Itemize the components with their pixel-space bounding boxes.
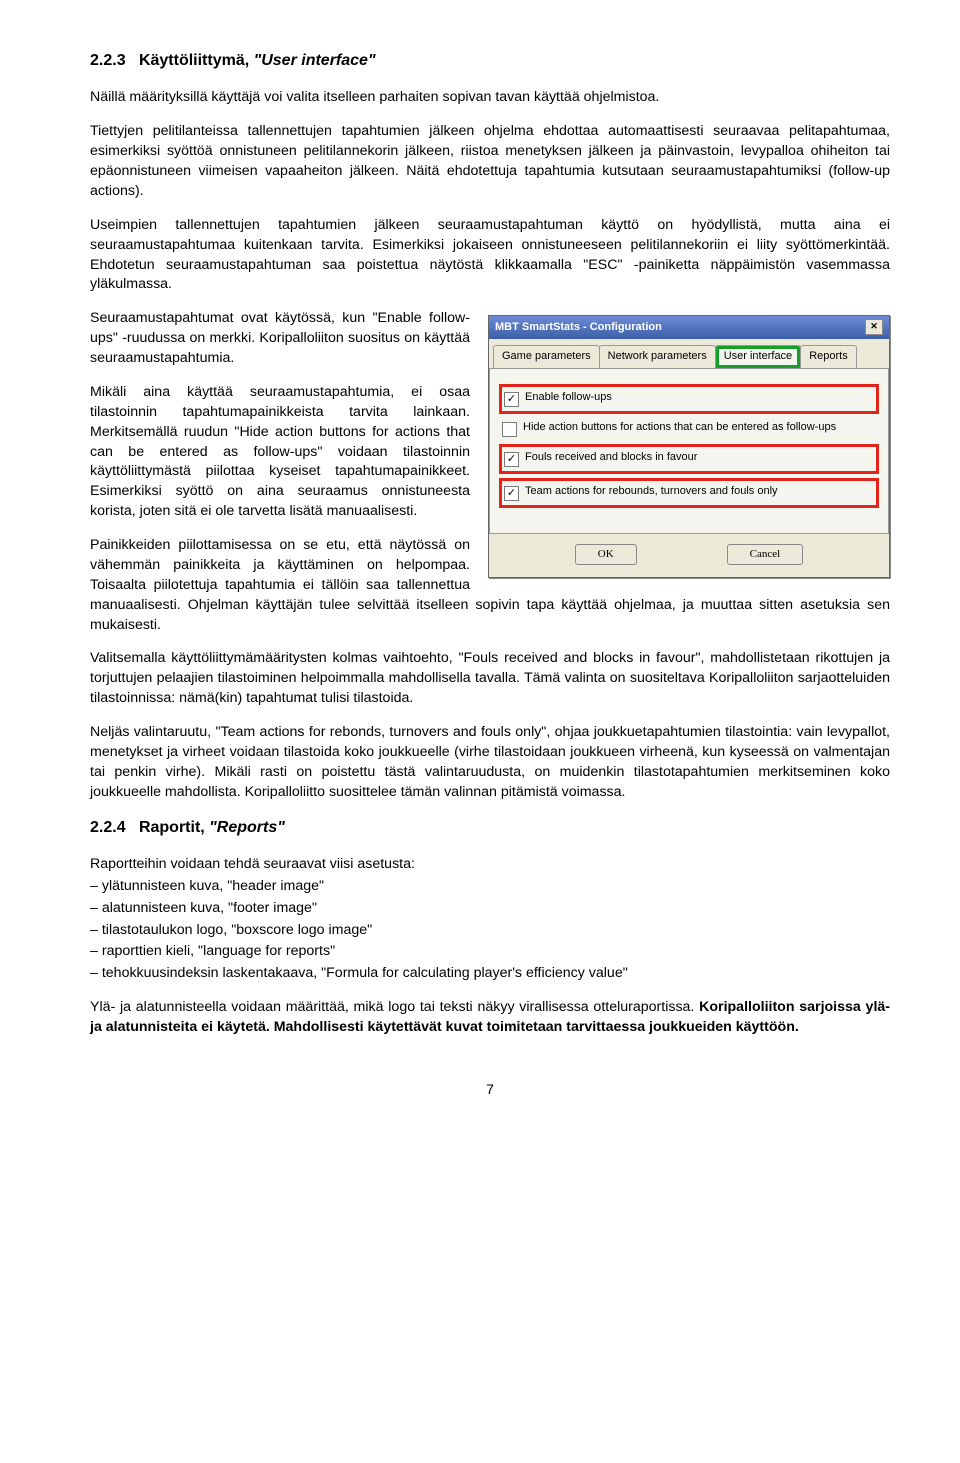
tab-user-interface[interactable]: User interface xyxy=(715,345,801,367)
paragraph: Useimpien tallennettujen tapahtumien jäl… xyxy=(90,216,890,296)
section-title-plain: Käyttöliittymä, xyxy=(139,52,249,69)
paragraph: Ylä- ja alatunnisteella voidaan määrittä… xyxy=(90,998,890,1038)
option-fouls-received-blocks: ✓ Fouls received and blocks in favour xyxy=(502,447,876,471)
paragraph: Näillä määrityksillä käyttäjä voi valita… xyxy=(90,88,890,108)
close-icon[interactable]: ✕ xyxy=(865,319,883,335)
tab-reports[interactable]: Reports xyxy=(800,345,857,367)
section-number: 2.2.4 xyxy=(90,819,126,836)
section-heading-1: 2.2.3 Käyttöliittymä, "User interface" xyxy=(90,50,890,72)
option-enable-followups: ✓ Enable follow-ups xyxy=(502,387,876,411)
checkbox-icon[interactable]: ✓ xyxy=(504,452,519,467)
checkbox-icon[interactable]: ✓ xyxy=(504,392,519,407)
tab-panel: ✓ Enable follow-ups Hide action buttons … xyxy=(489,368,889,534)
page-number: 7 xyxy=(90,1080,890,1100)
paragraph: Valitsemalla käyttöliittymämääritysten k… xyxy=(90,649,890,709)
dialog-title: MBT SmartStats - Configuration xyxy=(495,320,662,335)
config-dialog-figure: MBT SmartStats - Configuration ✕ Game pa… xyxy=(488,315,890,578)
section-title-italic: "User interface" xyxy=(254,52,376,69)
paragraph: Neljäs valintaruutu, "Team actions for r… xyxy=(90,723,890,803)
section-heading-2: 2.2.4 Raportit, "Reports" xyxy=(90,817,890,839)
option-label: Enable follow-ups xyxy=(525,391,874,405)
ok-button[interactable]: OK xyxy=(575,544,637,565)
paragraph: Raportteihin voidaan tehdä seuraavat vii… xyxy=(90,855,890,875)
option-hide-action-buttons: Hide action buttons for actions that can… xyxy=(502,421,876,437)
dialog-titlebar: MBT SmartStats - Configuration ✕ xyxy=(489,316,889,339)
checkbox-icon[interactable]: ✓ xyxy=(504,486,519,501)
config-dialog: MBT SmartStats - Configuration ✕ Game pa… xyxy=(488,315,890,578)
option-label: Hide action buttons for actions that can… xyxy=(523,421,876,435)
paragraph: Tiettyjen pelitilanteissa tallennettujen… xyxy=(90,122,890,202)
option-label: Fouls received and blocks in favour xyxy=(525,451,874,465)
tab-network-parameters[interactable]: Network parameters xyxy=(599,345,716,367)
list-item: ylätunnisteen kuva, "header image" xyxy=(90,877,890,897)
option-label: Team actions for rebounds, turnovers and… xyxy=(525,485,874,499)
list-item: tilastotaulukon logo, "boxscore logo ima… xyxy=(90,921,890,941)
section-title-italic: "Reports" xyxy=(209,819,285,836)
section-number: 2.2.3 xyxy=(90,52,126,69)
list-item: tehokkuusindeksin laskentakaava, "Formul… xyxy=(90,964,890,984)
section-title-plain: Raportit, xyxy=(139,819,205,836)
option-team-actions: ✓ Team actions for rebounds, turnovers a… xyxy=(502,481,876,505)
tab-strip: Game parameters Network parameters User … xyxy=(489,339,889,367)
settings-list: ylätunnisteen kuva, "header image" alatu… xyxy=(90,877,890,984)
list-item: raporttien kieli, "language for reports" xyxy=(90,942,890,962)
list-item: alatunnisteen kuva, "footer image" xyxy=(90,899,890,919)
checkbox-icon[interactable] xyxy=(502,422,517,437)
dialog-button-row: OK Cancel xyxy=(489,534,889,577)
cancel-button[interactable]: Cancel xyxy=(727,544,804,565)
text: Ylä- ja alatunnisteella voidaan määrittä… xyxy=(90,999,699,1015)
tab-game-parameters[interactable]: Game parameters xyxy=(493,345,600,367)
